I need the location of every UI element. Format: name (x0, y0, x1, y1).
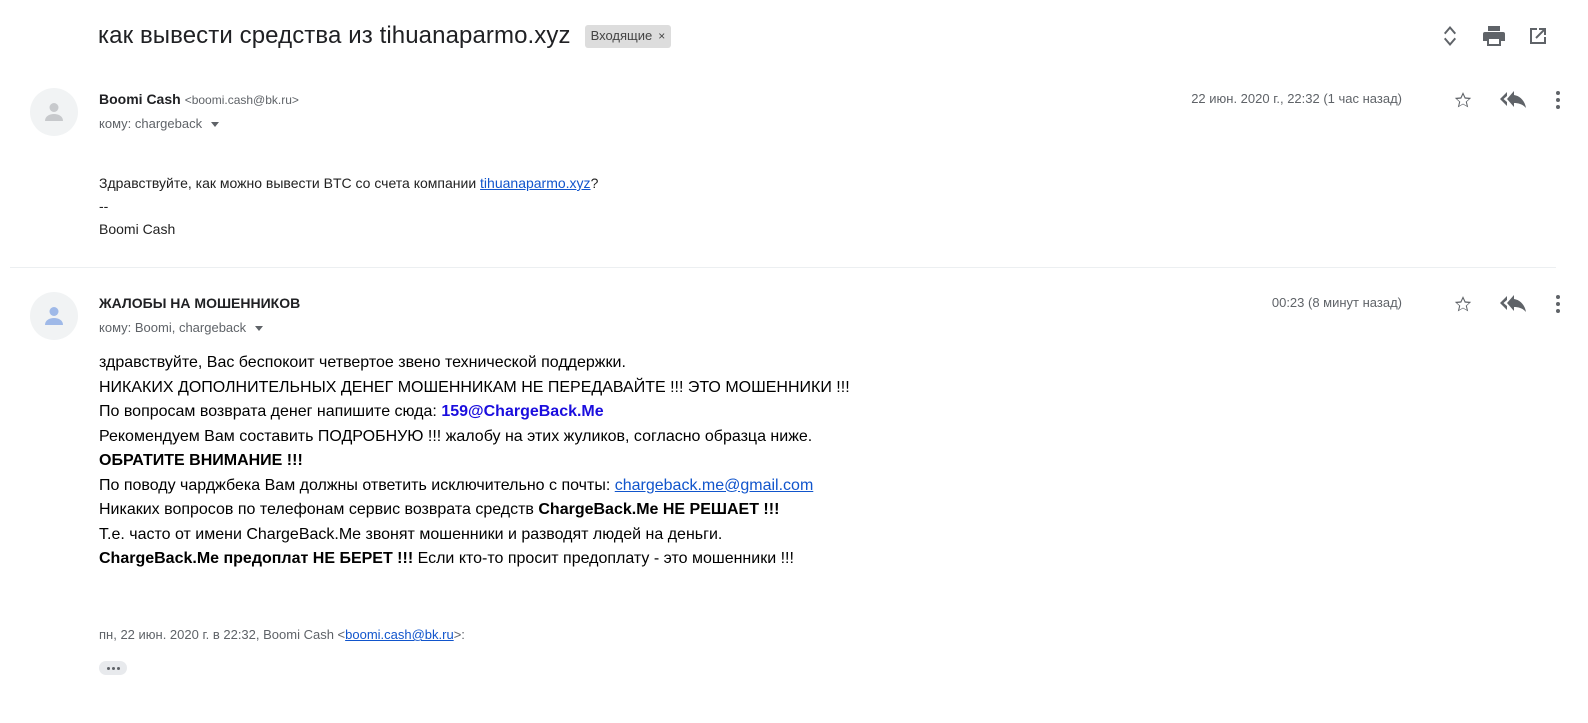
dot (111, 666, 115, 670)
company-link[interactable]: tihuanaparmo.xyz (480, 175, 591, 191)
star-icon[interactable] (1444, 292, 1482, 316)
body-line: Никаких вопросов по телефонам сервис воз… (99, 501, 780, 518)
sender-name[interactable]: Boomi Cash (99, 91, 181, 107)
dot (116, 666, 120, 670)
avatar (30, 88, 78, 136)
body-line: НИКАКИХ ДОПОЛНИТЕЛЬНЫХ ДЕНЕГ МОШЕННИКАМ … (99, 378, 850, 396)
message-body: Здравствуйте, как можно вывести BTC со с… (99, 172, 598, 241)
thread-toolbar (1428, 22, 1560, 50)
reply-all-icon[interactable] (1482, 88, 1544, 112)
quoted-email-link[interactable]: boomi.cash@bk.ru (345, 627, 454, 642)
more-vert-icon[interactable] (1544, 88, 1572, 112)
show-trimmed-content-button[interactable] (99, 661, 127, 675)
body-line: ОБРАТИТЕ ВНИМАНИЕ !!! (99, 452, 303, 469)
message-actions (1444, 88, 1572, 112)
person-icon (45, 307, 63, 325)
body-line: Здравствуйте, как можно вывести BTC со с… (99, 175, 599, 191)
chevron-down-icon[interactable] (211, 122, 220, 127)
thread-subject: как вывести средства из tihuanaparmo.xyz (98, 22, 571, 49)
message-body: здравствуйте, Вас беспокоит четвертое зв… (99, 351, 850, 572)
message-date: 00:23 (8 минут назад) (1271, 295, 1402, 310)
label-chip-text: Входящие (590, 28, 653, 43)
reply-all-icon[interactable] (1482, 292, 1544, 316)
recipients-line[interactable]: кому: chargeback (99, 116, 220, 131)
inbox-label-chip[interactable]: Входящие × (584, 24, 672, 48)
body-line: Рекомендуем Вам составить ПОДРОБНУЮ !!! … (99, 427, 813, 445)
sender-email: <boomi.cash@bk.ru> (184, 93, 299, 107)
sender-name[interactable]: ЖАЛОБЫ НА МОШЕННИКОВ (99, 295, 300, 311)
body-line: Т.е. часто от имени ChargeBack.Me звонят… (99, 525, 723, 543)
more-vert-icon[interactable] (1544, 292, 1572, 316)
sender-line: Boomi Cash <boomi.cash@bk.ru> (99, 91, 299, 107)
remove-label-icon[interactable]: × (658, 29, 665, 43)
star-icon[interactable] (1444, 88, 1482, 112)
message-divider (10, 267, 1556, 268)
recipients-text: кому: Boomi, chargeback (99, 320, 247, 335)
support-email[interactable]: 159@ChargeBack.Me (441, 403, 603, 420)
signature-separator: -- (99, 198, 109, 214)
open-in-new-window-icon[interactable] (1516, 22, 1560, 50)
print-icon[interactable] (1472, 22, 1516, 50)
quoted-header: пн, 22 июн. 2020 г. в 22:32, Boomi Cash … (99, 627, 465, 642)
recipients-text: кому: chargeback (99, 116, 203, 131)
gmail-link[interactable]: chargeback.me@gmail.com (615, 477, 814, 494)
subject-row: как вывести средства из tihuanaparmo.xyz… (98, 18, 672, 54)
recipients-line[interactable]: кому: Boomi, chargeback (99, 320, 264, 335)
dot (106, 666, 110, 670)
expand-collapse-icon[interactable] (1428, 22, 1472, 50)
chevron-down-icon[interactable] (255, 326, 264, 331)
message-actions (1444, 292, 1572, 316)
body-line: По вопросам возврата денег напишите сюда… (99, 403, 604, 420)
message-date: 22 июн. 2020 г., 22:32 (1 час назад) (1191, 91, 1402, 106)
person-icon (45, 103, 63, 121)
body-line: По поводу чарджбека Вам должны ответить … (99, 476, 814, 494)
avatar (30, 292, 78, 340)
signature-name: Boomi Cash (99, 221, 176, 237)
body-line: здравствуйте, Вас беспокоит четвертое зв… (99, 354, 626, 371)
sender-line: ЖАЛОБЫ НА МОШЕННИКОВ (99, 295, 300, 311)
body-line: ChargeBack.Me предоплат НЕ БЕРЕТ !!! Есл… (99, 550, 794, 567)
email-thread-view: как вывести средства из tihuanaparmo.xyz… (0, 0, 1588, 723)
